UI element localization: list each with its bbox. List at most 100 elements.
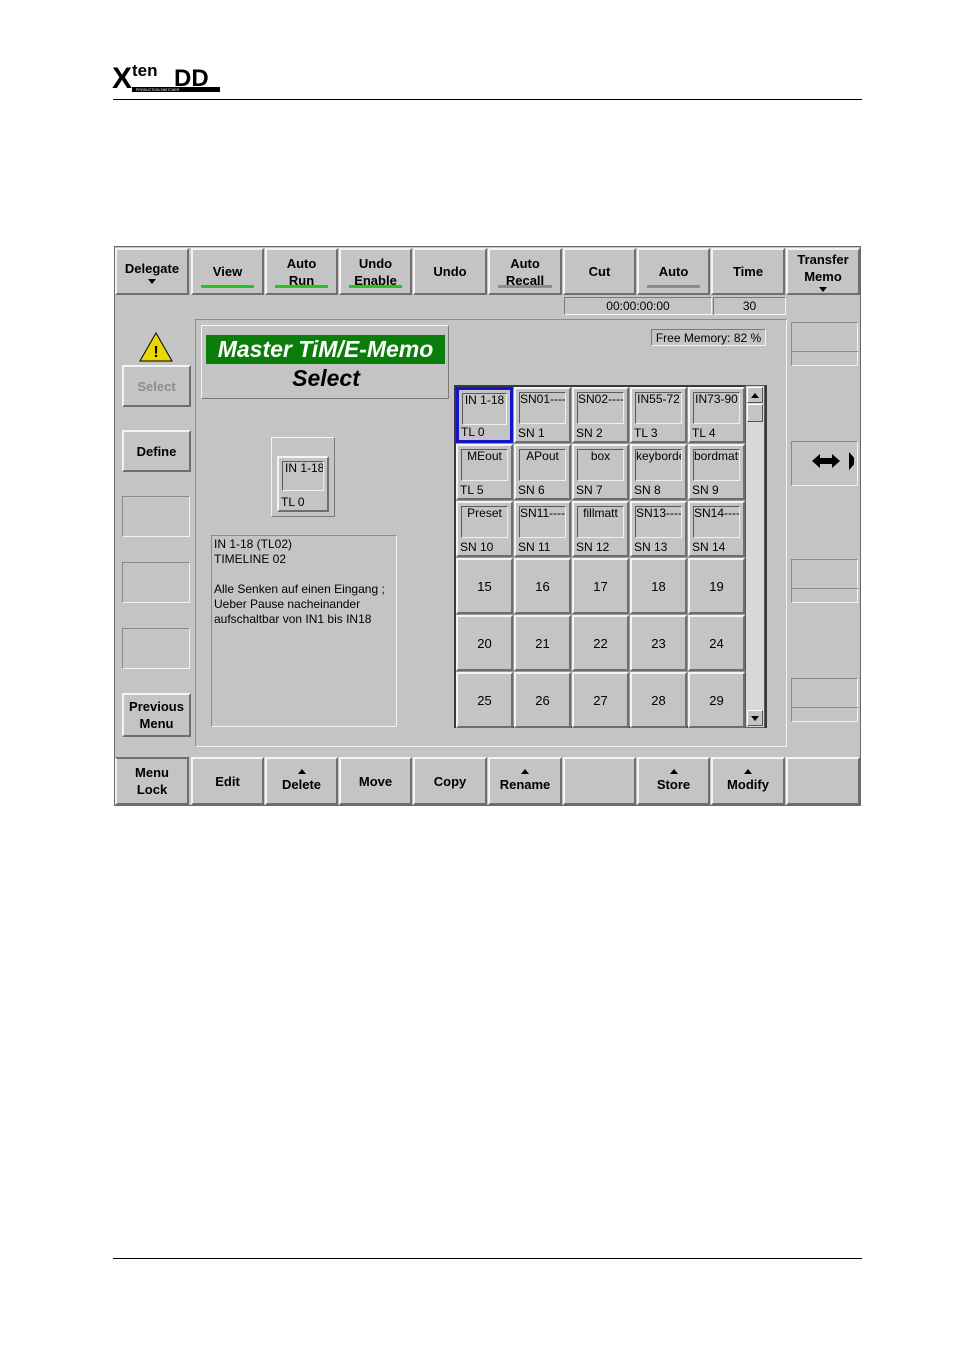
- svg-text:!: !: [153, 344, 158, 361]
- right-slot-divider: [791, 707, 858, 708]
- memory-tile[interactable]: keyborde SN 8: [630, 444, 687, 500]
- empty-memory-slot[interactable]: 28: [630, 672, 687, 728]
- transfer-arrow-slot[interactable]: [791, 441, 858, 486]
- top-button-undo[interactable]: Undo: [413, 248, 487, 295]
- top-button-time[interactable]: Time: [711, 248, 785, 295]
- memory-tile-register: TL 5: [460, 483, 484, 497]
- memory-tile-name: SN14-----: [693, 506, 740, 538]
- memory-tile-name: bordmatt: [693, 449, 740, 481]
- empty-memory-slot[interactable]: 16: [514, 558, 571, 614]
- bottom-button-empty[interactable]: [563, 757, 636, 805]
- scroll-up-button[interactable]: [747, 387, 763, 403]
- memory-tile-register: SN 1: [518, 426, 545, 440]
- empty-memory-slot[interactable]: 18: [630, 558, 687, 614]
- empty-memory-slot[interactable]: 29: [688, 672, 745, 728]
- memory-tile[interactable]: fillmatt SN 12: [572, 501, 629, 557]
- memory-tile-register: TL 0: [461, 425, 485, 439]
- state-indicator: [647, 285, 700, 288]
- empty-memory-slot[interactable]: 21: [514, 615, 571, 671]
- top-button-cut[interactable]: Cut: [563, 248, 636, 295]
- bottom-button-menu-lock[interactable]: Menu Lock: [115, 757, 189, 805]
- empty-left-slot: [122, 496, 190, 537]
- define-button[interactable]: Define: [122, 430, 191, 472]
- memory-tile[interactable]: IN73-90 TL 4: [688, 387, 745, 443]
- top-button-auto[interactable]: Auto: [637, 248, 710, 295]
- top-button-auto-recall[interactable]: Auto Recall: [488, 248, 562, 295]
- empty-left-slot: [122, 562, 190, 603]
- bottom-button-store[interactable]: Store: [637, 757, 710, 805]
- memory-tile[interactable]: box SN 7: [572, 444, 629, 500]
- bottom-button-move[interactable]: Move: [339, 757, 412, 805]
- select-button[interactable]: Select: [122, 365, 191, 407]
- previous-menu-button[interactable]: Previous Menu: [122, 693, 191, 737]
- memory-tile[interactable]: SN13----- SN 13: [630, 501, 687, 557]
- xten-dd-logo: X ten DD PRODUCTION SWITCHER: [112, 61, 220, 95]
- memory-tile-name: fillmatt: [577, 506, 624, 538]
- empty-memory-slot[interactable]: 17: [572, 558, 629, 614]
- bottom-button-rename[interactable]: Rename: [488, 757, 562, 805]
- memory-tile-register: SN 14: [692, 540, 726, 554]
- empty-memory-slot[interactable]: 20: [456, 615, 513, 671]
- empty-right-slot: [791, 322, 858, 366]
- bottom-button-copy[interactable]: Copy: [413, 757, 487, 805]
- svg-text:ten: ten: [132, 61, 158, 80]
- warning-icon: !: [139, 331, 173, 362]
- svg-text:X: X: [112, 62, 132, 95]
- right-slot-divider: [791, 588, 858, 589]
- scroll-down-button[interactable]: [747, 710, 763, 726]
- memory-tile-name: SN01-----: [519, 392, 566, 424]
- bottom-button-modify[interactable]: Modify: [711, 757, 785, 805]
- memory-tile[interactable]: IN 1-18 TL 0: [456, 387, 513, 443]
- top-button-undo-enable[interactable]: Undo Enable: [339, 248, 412, 295]
- header-rule: [113, 99, 862, 100]
- empty-memory-slot[interactable]: 19: [688, 558, 745, 614]
- left-right-arrow-icon: [812, 452, 854, 470]
- empty-memory-slot[interactable]: 25: [456, 672, 513, 728]
- timecode-display: 00:00:00:00: [564, 297, 712, 315]
- memory-tile-register: SN 13: [634, 540, 668, 554]
- memory-tile-register: SN 10: [460, 540, 494, 554]
- state-indicator: [201, 285, 254, 288]
- memory-tile-name: box: [577, 449, 624, 481]
- memory-tile[interactable]: SN11----- SN 11: [514, 501, 571, 557]
- memory-tile[interactable]: SN14----- SN 14: [688, 501, 745, 557]
- empty-left-slot: [122, 628, 190, 669]
- memory-tile-register: SN 6: [518, 483, 545, 497]
- menu-title: Master TiM/E-Memo: [206, 335, 445, 364]
- memory-tile[interactable]: APout SN 6: [514, 444, 571, 500]
- empty-right-slot: [791, 559, 858, 603]
- memory-scrollbar[interactable]: [745, 385, 765, 728]
- bottom-button-empty[interactable]: [786, 757, 860, 805]
- memory-tile[interactable]: MEout TL 5: [456, 444, 513, 500]
- memory-tile[interactable]: IN55-72 TL 3: [630, 387, 687, 443]
- memory-tile-register: TL 3: [634, 426, 658, 440]
- memory-tile[interactable]: bordmatt SN 9: [688, 444, 745, 500]
- free-memory-display: Free Memory: 82 %: [651, 329, 766, 346]
- memory-tile-name: IN73-90: [693, 392, 740, 424]
- memory-tile-register: SN 8: [634, 483, 661, 497]
- empty-memory-slot[interactable]: 24: [688, 615, 745, 671]
- memory-tile-register: SN 11: [518, 540, 551, 554]
- scroll-thumb[interactable]: [747, 404, 763, 422]
- bottom-button-edit[interactable]: Edit: [191, 757, 264, 805]
- memory-tile-name: SN02-----: [577, 392, 624, 424]
- top-button-delegate[interactable]: Delegate: [115, 248, 189, 295]
- top-button-auto-run[interactable]: Auto Run: [265, 248, 338, 295]
- submenu-caret-icon: [521, 769, 529, 774]
- empty-memory-slot[interactable]: 15: [456, 558, 513, 614]
- dropdown-caret-icon: [819, 287, 827, 292]
- empty-memory-slot[interactable]: 22: [572, 615, 629, 671]
- empty-memory-slot[interactable]: 27: [572, 672, 629, 728]
- memory-tile-name: IN55-72: [635, 392, 682, 424]
- bottom-button-delete[interactable]: Delete: [265, 757, 338, 805]
- footer-rule: [113, 1258, 862, 1259]
- top-button-view[interactable]: View: [191, 248, 264, 295]
- empty-memory-slot[interactable]: 26: [514, 672, 571, 728]
- memory-tile[interactable]: SN01----- SN 1: [514, 387, 571, 443]
- empty-memory-slot[interactable]: 23: [630, 615, 687, 671]
- top-button-transfer-memo[interactable]: Transfer Memo: [786, 248, 860, 295]
- empty-right-slot: [791, 678, 858, 722]
- submenu-caret-icon: [297, 769, 306, 774]
- memory-tile[interactable]: Preset SN 10: [456, 501, 513, 557]
- memory-tile[interactable]: SN02----- SN 2: [572, 387, 629, 443]
